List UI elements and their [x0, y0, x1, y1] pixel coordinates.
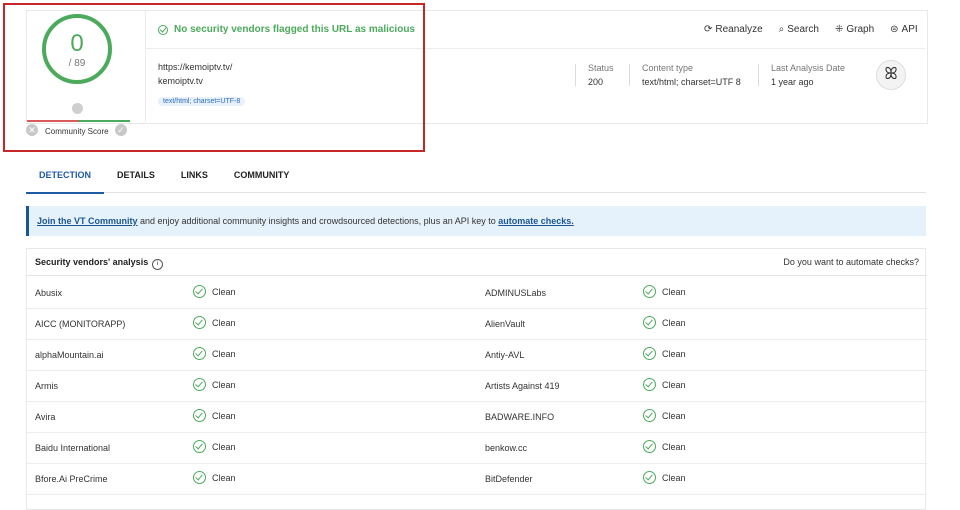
table-title: Security vendors' analysis i — [35, 257, 164, 270]
check-circle-icon — [193, 285, 206, 298]
tab-detection[interactable]: DETECTION — [26, 164, 105, 194]
table-row: Baidu International Clean benkow.cc Clean — [27, 432, 927, 464]
vendor-result: Clean — [193, 285, 236, 298]
vendor-result: Clean — [193, 378, 236, 391]
check-circle-icon — [643, 409, 656, 422]
vendor-name: Bfore.Ai PreCrime — [35, 474, 108, 484]
vendor-name: alphaMountain.ai — [35, 350, 104, 360]
vendor-name: AlienVault — [485, 319, 525, 329]
check-circle-icon — [643, 471, 656, 484]
table-row: alphaMountain.ai Clean Antiy-AVL Clean — [27, 339, 927, 371]
vendor-name: AICC (MONITORAPP) — [35, 319, 126, 329]
api-icon: ⊜ — [890, 24, 899, 35]
vendor-result: Clean — [643, 378, 686, 391]
vendor-result: Clean — [643, 440, 686, 453]
stat-status: Status 200 — [588, 63, 614, 87]
stat-last-analysis: Last Analysis Date 1 year ago — [771, 63, 846, 87]
automate-checks-link[interactable]: automate checks. — [498, 216, 574, 226]
banner-text: and enjoy additional community insights … — [137, 216, 499, 226]
check-circle-icon — [193, 440, 206, 453]
vendor-name: BADWARE.INFO — [485, 412, 555, 422]
header-actions: ⟳ Reanalyze ⌕ Search ⁜ Graph ⊜ API — [704, 24, 918, 35]
highlight-frame — [3, 3, 425, 152]
vendor-name: BitDefender — [485, 474, 533, 484]
info-icon[interactable]: i — [152, 259, 164, 270]
vendor-result: Clean — [643, 471, 686, 484]
join-community-link[interactable]: Join the VT Community — [37, 216, 138, 226]
vendor-name: Armis — [35, 381, 58, 391]
stat-separator — [575, 64, 576, 86]
vendor-name: Artists Against 419 — [485, 381, 560, 391]
tab-details[interactable]: DETAILS — [104, 164, 168, 192]
stat-content-type: Content type text/html; charset=UTF 8 — [642, 63, 741, 87]
vendor-name: Baidu International — [35, 443, 111, 453]
vendor-name: Antiy-AVL — [485, 350, 525, 360]
table-header: Security vendors' analysis i Do you want … — [27, 249, 927, 276]
graph-button[interactable]: ⁜ Graph — [835, 24, 874, 35]
vendor-result: Clean — [193, 471, 236, 484]
search-icon: ⌕ — [778, 24, 785, 35]
check-circle-icon — [193, 409, 206, 422]
check-circle-icon — [193, 316, 206, 329]
vendor-result: Clean — [193, 316, 236, 329]
check-circle-icon — [193, 471, 206, 484]
vendor-result: Clean — [643, 285, 686, 298]
graph-icon: ⁜ — [834, 24, 844, 35]
api-button[interactable]: ⊜ API — [890, 24, 918, 35]
table-row: Armis Clean Artists Against 419 Clean — [27, 370, 927, 402]
community-banner: Join the VT Community and enjoy addition… — [26, 206, 926, 236]
tab-links[interactable]: LINKS — [168, 164, 221, 192]
automate-question[interactable]: Do you want to automate checks? — [783, 257, 919, 267]
table-row: Avira Clean BADWARE.INFO Clean — [27, 401, 927, 433]
site-favicon-icon: ꕤ — [876, 60, 906, 90]
table-row: Abusix Clean ADMINUSLabs Clean — [27, 277, 927, 309]
stat-separator — [758, 64, 759, 86]
table-row: AICC (MONITORAPP) Clean AlienVault Clean — [27, 308, 927, 340]
check-circle-icon — [643, 378, 656, 391]
check-circle-icon — [193, 378, 206, 391]
check-circle-icon — [643, 316, 656, 329]
vendor-name: benkow.cc — [485, 443, 528, 453]
vendor-name: Abusix — [35, 288, 63, 298]
check-circle-icon — [643, 285, 656, 298]
stat-separator — [629, 64, 630, 86]
refresh-icon: ⟳ — [704, 24, 713, 35]
vendor-name: Avira — [35, 412, 56, 422]
tab-community[interactable]: COMMUNITY — [221, 164, 303, 192]
vendor-name: ADMINUSLabs — [485, 288, 547, 298]
vendor-result: Clean — [193, 440, 236, 453]
vendors-table: Security vendors' analysis i Do you want … — [26, 248, 927, 510]
vendor-result: Clean — [193, 347, 236, 360]
vendor-result: Clean — [643, 409, 686, 422]
vendor-result: Clean — [643, 347, 686, 360]
table-row: Bfore.Ai PreCrime Clean BitDefender Clean — [27, 463, 927, 495]
check-circle-icon — [643, 440, 656, 453]
search-button[interactable]: ⌕ Search — [779, 24, 819, 35]
vendor-result: Clean — [643, 316, 686, 329]
result-tabs: DETECTION DETAILS LINKS COMMUNITY — [26, 164, 926, 194]
check-circle-icon — [193, 347, 206, 360]
reanalyze-button[interactable]: ⟳ Reanalyze — [704, 24, 763, 35]
check-circle-icon — [643, 347, 656, 360]
vendor-result: Clean — [193, 409, 236, 422]
